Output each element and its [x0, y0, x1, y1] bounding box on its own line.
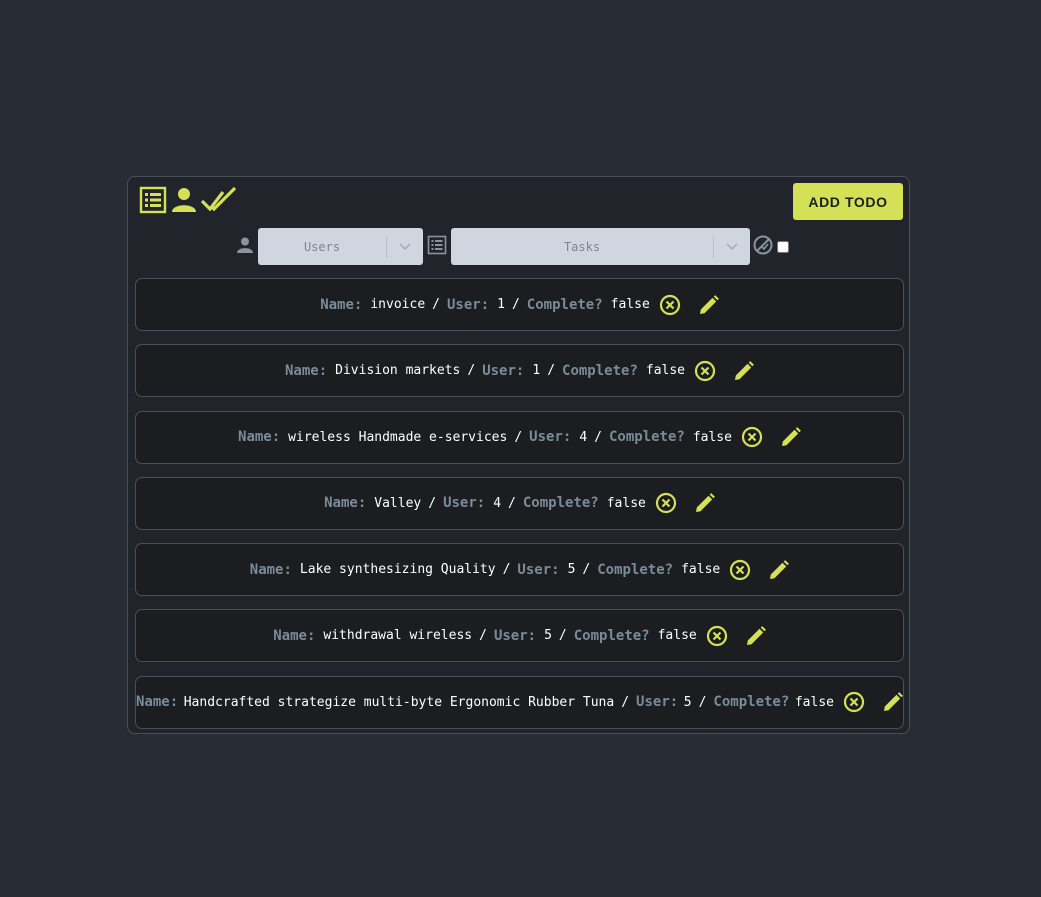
- delete-icon[interactable]: [655, 492, 677, 514]
- complete-label: Complete?: [562, 362, 638, 379]
- double-check-icon: [201, 186, 237, 214]
- chevron-down-icon[interactable]: [387, 242, 423, 251]
- complete-filter-icon: [753, 235, 773, 259]
- todo-complete: false: [645, 363, 686, 379]
- separator: /: [621, 694, 630, 710]
- todo-name: Handcrafted strategize multi-byte Ergono…: [183, 694, 615, 710]
- todo-list: Name: invoice / User: 1 / Complete? fals…: [135, 278, 904, 742]
- name-label: Name:: [238, 429, 281, 446]
- edit-icon[interactable]: [781, 427, 801, 447]
- user-label: User:: [517, 561, 560, 578]
- separator: /: [582, 562, 591, 578]
- todo-user: 5: [544, 628, 552, 644]
- edit-icon[interactable]: [734, 360, 754, 381]
- separator: /: [432, 297, 440, 312]
- complete-label: Complete?: [608, 429, 685, 446]
- separator: /: [428, 495, 437, 511]
- edit-icon[interactable]: [883, 692, 903, 712]
- name-label: Name:: [249, 561, 292, 578]
- edit-icon[interactable]: [699, 294, 719, 315]
- todo-user: 4: [579, 429, 588, 445]
- complete-filter-checkbox[interactable]: [777, 240, 789, 253]
- delete-icon[interactable]: [741, 426, 763, 448]
- tasks-select-placeholder: Tasks: [563, 239, 601, 254]
- todo-name: withdrawal wireless: [323, 628, 473, 644]
- list-icon: [139, 186, 167, 214]
- todo-user: 1: [532, 363, 541, 379]
- todo-user: 1: [497, 297, 505, 312]
- header-icons: [139, 186, 237, 214]
- todo-name: Valley: [374, 495, 422, 511]
- todo-complete: false: [681, 562, 721, 578]
- todo-user: 5: [683, 694, 692, 710]
- separator: /: [508, 495, 516, 511]
- todo-complete: false: [606, 495, 646, 511]
- todo-complete: false: [794, 694, 834, 710]
- todo-row: Name: Handcrafted strategize multi-byte …: [135, 675, 904, 729]
- complete-label: Complete?: [713, 694, 790, 711]
- task-filter-icon: [427, 235, 447, 259]
- complete-label: Complete?: [522, 495, 599, 512]
- user-label: User:: [529, 429, 572, 446]
- separator: /: [479, 628, 487, 644]
- todo-name: Lake synthesizing Quality: [299, 562, 496, 578]
- complete-label: Complete?: [573, 627, 650, 644]
- separator: /: [594, 429, 602, 445]
- users-select[interactable]: Users: [258, 228, 423, 265]
- add-todo-button[interactable]: ADD TODO: [793, 183, 903, 220]
- filter-bar: Users Tasks: [236, 228, 789, 265]
- user-label: User:: [482, 362, 525, 379]
- todo-row: Name: withdrawal wireless / User: 5 / Co…: [135, 609, 904, 663]
- user-label: User:: [443, 495, 486, 512]
- user-filter-icon: [236, 236, 254, 258]
- todo-name: invoice: [370, 297, 426, 312]
- user-label: User:: [446, 296, 490, 313]
- separator: /: [467, 363, 476, 379]
- users-select-placeholder: Users: [303, 239, 341, 254]
- todo-user: 5: [567, 562, 576, 578]
- user-label: User:: [636, 694, 679, 711]
- edit-icon[interactable]: [695, 493, 715, 513]
- todo-name: Division markets: [335, 363, 461, 379]
- todo-row: Name: wireless Handmade e-services / Use…: [135, 410, 904, 464]
- separator: /: [502, 562, 511, 578]
- user-icon: [171, 186, 197, 214]
- todo-complete: false: [610, 297, 650, 312]
- delete-icon[interactable]: [843, 691, 865, 713]
- todo-user: 4: [493, 495, 502, 511]
- delete-icon[interactable]: [694, 360, 716, 382]
- todo-row: Name: Division markets / User: 1 / Compl…: [135, 344, 904, 398]
- edit-icon[interactable]: [746, 626, 766, 646]
- name-label: Name:: [136, 694, 179, 711]
- edit-icon[interactable]: [769, 559, 790, 580]
- todo-panel: ADD TODO Users Tasks Name: invoice / Use…: [127, 176, 910, 734]
- delete-icon[interactable]: [706, 625, 728, 647]
- name-label: Name:: [324, 495, 367, 512]
- separator: /: [511, 297, 520, 312]
- todo-row: Name: invoice / User: 1 / Complete? fals…: [135, 278, 904, 331]
- name-label: Name:: [284, 362, 328, 379]
- user-label: User:: [493, 627, 537, 644]
- separator: /: [547, 363, 556, 379]
- delete-icon[interactable]: [729, 559, 751, 581]
- todo-complete: false: [692, 429, 732, 445]
- complete-label: Complete?: [597, 561, 674, 578]
- separator: /: [698, 694, 707, 710]
- todo-name: wireless Handmade e-services: [288, 429, 508, 445]
- tasks-select[interactable]: Tasks: [451, 228, 750, 265]
- name-label: Name:: [273, 627, 316, 644]
- separator: /: [558, 628, 567, 644]
- name-label: Name:: [320, 296, 363, 313]
- todo-row: Name: Lake synthesizing Quality / User: …: [135, 543, 904, 597]
- todo-row: Name: Valley / User: 4 / Complete? false: [135, 476, 904, 530]
- todo-complete: false: [657, 628, 697, 644]
- chevron-down-icon[interactable]: [714, 242, 750, 251]
- separator: /: [514, 429, 523, 445]
- complete-label: Complete?: [526, 296, 603, 313]
- delete-icon[interactable]: [659, 294, 681, 316]
